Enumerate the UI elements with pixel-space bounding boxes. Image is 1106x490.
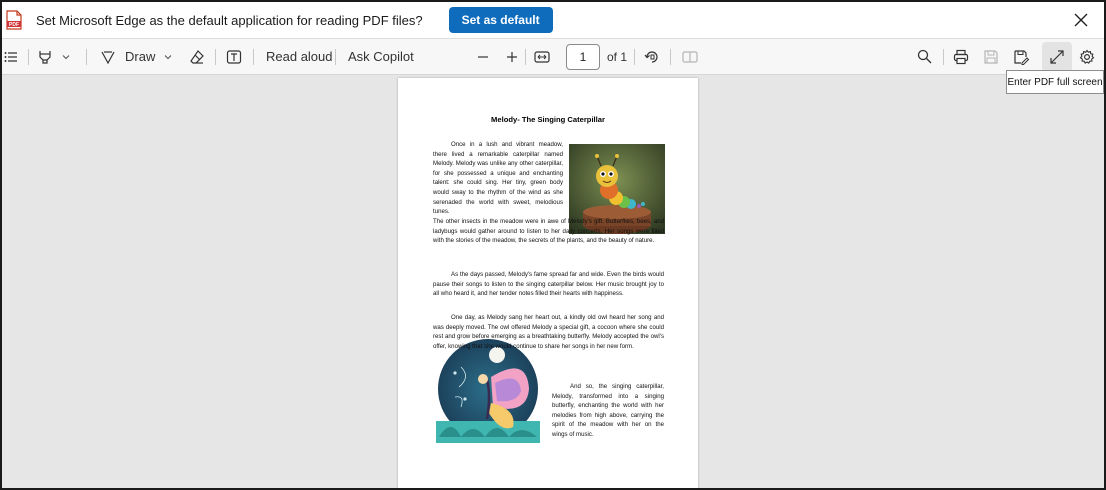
close-icon[interactable] — [1072, 11, 1090, 29]
rotate-icon[interactable] — [644, 39, 660, 74]
document-title: Melody- The Singing Caterpillar — [491, 115, 605, 124]
eraser-icon[interactable] — [189, 39, 205, 74]
zoom-in-icon[interactable] — [506, 39, 518, 74]
read-aloud-button[interactable]: Read aloud — [266, 39, 333, 74]
ask-copilot-button[interactable]: Ask Copilot — [348, 39, 414, 74]
pdf-page: Melody- The Singing Caterpillar Once in … — [398, 78, 698, 488]
infobar-message: Set Microsoft Edge as the default applic… — [36, 12, 423, 28]
chevron-down-icon[interactable] — [163, 39, 173, 74]
fullscreen-tooltip: Enter PDF full screen — [1006, 70, 1104, 94]
fullscreen-icon[interactable] — [1049, 39, 1065, 74]
highlight-icon[interactable] — [37, 39, 53, 74]
save-as-icon[interactable] — [1013, 39, 1029, 74]
fit-page-icon[interactable] — [534, 39, 550, 74]
pdf-file-icon: PDF — [6, 10, 22, 30]
butterfly-illustration — [436, 339, 540, 443]
add-text-icon[interactable] — [226, 39, 242, 74]
paragraph: As the days passed, Melody's fame spread… — [433, 271, 664, 298]
paragraph: Once in a lush and vibrant meadow, there… — [433, 141, 563, 216]
chevron-down-icon[interactable] — [61, 39, 71, 74]
search-icon[interactable] — [917, 39, 932, 74]
settings-icon[interactable] — [1079, 39, 1095, 74]
set-as-default-button[interactable]: Set as default — [448, 7, 553, 33]
draw-label[interactable]: Draw — [125, 39, 155, 74]
page-number-input[interactable]: 1 — [566, 44, 600, 70]
paragraph: One day, as Melody sang her heart out, a… — [433, 314, 664, 350]
paragraph: And so, the singing caterpillar, Melody,… — [552, 383, 664, 438]
pdf-viewer-window: PDF Set Microsoft Edge as the default ap… — [0, 0, 1106, 490]
page-view-icon[interactable] — [682, 39, 698, 74]
contents-icon[interactable] — [4, 39, 18, 74]
default-app-infobar: PDF Set Microsoft Edge as the default ap… — [2, 2, 1104, 39]
svg-text:PDF: PDF — [9, 22, 19, 28]
print-icon[interactable] — [953, 39, 969, 74]
save-icon[interactable] — [983, 39, 999, 74]
page-total: of 1 — [607, 49, 628, 64]
paragraph: The other insects in the meadow were in … — [433, 218, 664, 245]
pdf-toolbar: Draw Read aloud Ask Copilot 1 of 1 — [2, 39, 1104, 75]
draw-icon[interactable] — [100, 39, 116, 74]
zoom-out-icon[interactable] — [477, 39, 489, 74]
